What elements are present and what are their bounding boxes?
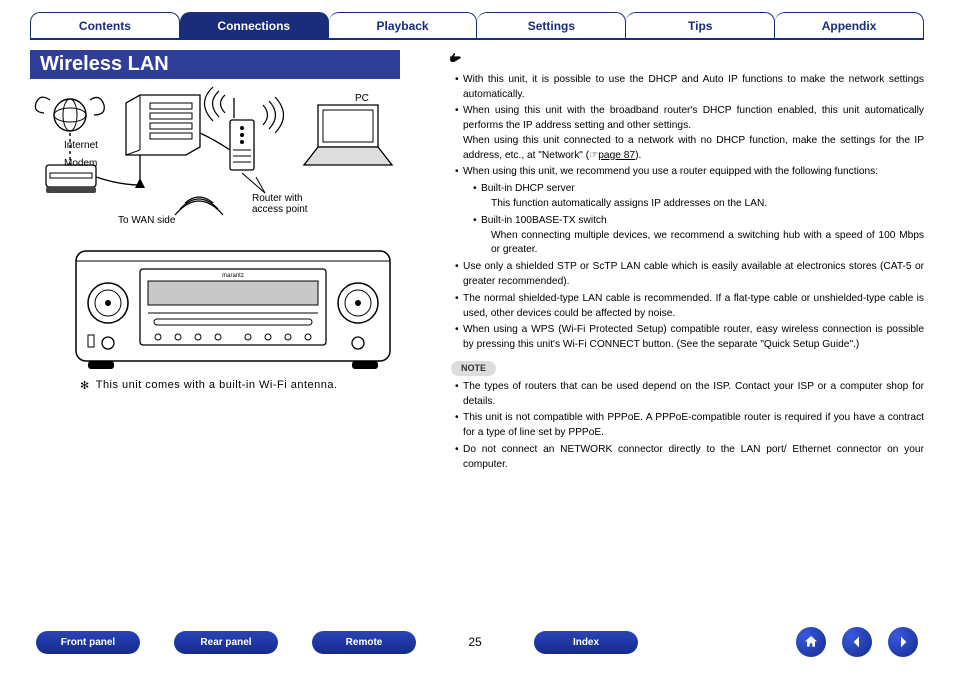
note-item: This unit is not compatible with PPPoE. …	[455, 411, 924, 441]
page-number: 25	[450, 635, 500, 649]
next-icon[interactable]	[888, 627, 918, 657]
sub-tip-head: Built-in DHCP server	[481, 183, 575, 194]
footer-nav: Front panel Rear panel Remote 25 Index	[0, 627, 954, 657]
note-list: The types of routers that can be used de…	[449, 380, 924, 473]
page-ref-link[interactable]: page 87	[598, 150, 635, 161]
asterisk-note: ✻ This unit comes with a built-in Wi-Fi …	[30, 379, 435, 392]
sub-tip-item: Built-in DHCP server This function autom…	[473, 182, 924, 212]
tip-item: With this unit, it is possible to use th…	[455, 73, 924, 103]
tab-playback[interactable]: Playback	[329, 12, 478, 38]
pill-remote[interactable]: Remote	[312, 631, 416, 654]
label-internet: Internet	[64, 140, 98, 151]
sub-tip-desc: This function automatically assigns IP a…	[481, 197, 924, 212]
prev-icon[interactable]	[842, 627, 872, 657]
sub-tip-head: Built-in 100BASE-TX switch	[481, 215, 607, 226]
tips-list: With this unit, it is possible to use th…	[449, 73, 924, 353]
top-tabs: Contents Connections Playback Settings T…	[30, 12, 924, 40]
network-diagram: Internet Modem To WAN side Router with a…	[30, 85, 435, 235]
label-pc: PC	[355, 93, 369, 104]
pill-index[interactable]: Index	[534, 631, 638, 654]
sub-tip-item: Built-in 100BASE-TX switch When connecti…	[473, 214, 924, 258]
section-title: Wireless LAN	[30, 50, 400, 79]
label-router-ap: Router with access point	[252, 193, 308, 215]
tip-item: Use only a shielded STP or ScTP LAN cabl…	[455, 260, 924, 290]
tip-item: When using this unit with the broadband …	[455, 104, 924, 163]
tip-text: When using this unit, we recommend you u…	[463, 166, 878, 177]
svg-text:marantz: marantz	[222, 273, 244, 279]
tip-item: When using this unit, we recommend you u…	[455, 165, 924, 258]
asterisk-text: This unit comes with a built-in Wi-Fi an…	[96, 379, 338, 392]
hand-icon	[449, 50, 924, 70]
sub-tip-desc: When connecting multiple devices, we rec…	[481, 229, 924, 259]
pill-rear-panel[interactable]: Rear panel	[174, 631, 278, 654]
note-badge: NOTE	[451, 361, 496, 376]
pill-front-panel[interactable]: Front panel	[36, 631, 140, 654]
tip-item: The normal shielded-type LAN cable is re…	[455, 292, 924, 322]
home-icon[interactable]	[796, 627, 826, 657]
tip-text: When using this unit with the broadband …	[463, 105, 924, 160]
tab-appendix[interactable]: Appendix	[775, 12, 924, 38]
note-item: The types of routers that can be used de…	[455, 380, 924, 410]
tab-contents[interactable]: Contents	[30, 12, 180, 38]
tip-item: When using a WPS (Wi-Fi Protected Setup)…	[455, 323, 924, 353]
device-illustration: marantz	[58, 243, 408, 373]
tab-connections[interactable]: Connections	[180, 12, 329, 38]
label-modem: Modem	[64, 158, 97, 169]
tab-settings[interactable]: Settings	[477, 12, 626, 38]
note-item: Do not connect an NETWORK connector dire…	[455, 443, 924, 473]
tab-tips[interactable]: Tips	[626, 12, 775, 38]
label-to-wan: To WAN side	[118, 215, 175, 226]
asterisk-mark: ✻	[80, 379, 90, 392]
